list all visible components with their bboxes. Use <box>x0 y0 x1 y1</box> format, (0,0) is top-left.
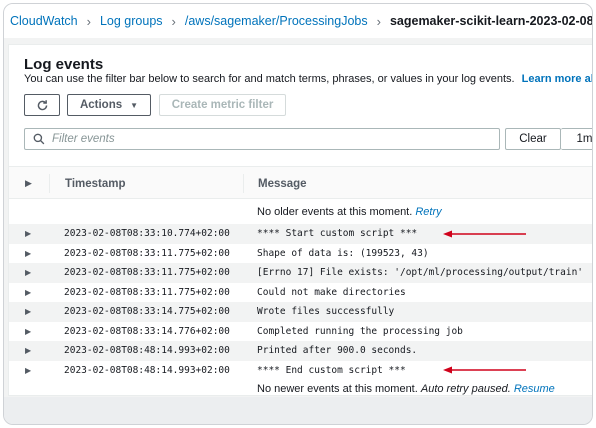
table-row[interactable]: ▶ 2023-02-08T08:33:11.775+02:00 Shape of… <box>9 244 592 264</box>
refresh-button[interactable] <box>24 94 60 116</box>
row-message: **** Start custom script *** <box>257 228 418 240</box>
retry-link[interactable]: Retry <box>415 206 441 218</box>
actions-button[interactable]: Actions ▼ <box>67 94 151 116</box>
row-message: Completed running the processing job <box>257 325 463 337</box>
expand-row-icon[interactable]: ▶ <box>25 366 31 375</box>
row-timestamp: 2023-02-08T08:48:14.993+02:00 <box>64 345 230 357</box>
column-header-timestamp[interactable]: Timestamp <box>49 174 243 193</box>
expand-row-icon[interactable]: ▶ <box>25 307 31 316</box>
breadcrumb: CloudWatch › Log groups › /aws/sagemaker… <box>4 4 593 38</box>
log-events-panel: Log events You can use the filter bar be… <box>8 44 592 396</box>
auto-retry-status: Auto retry paused. <box>420 383 511 395</box>
expand-row-icon[interactable]: ▶ <box>25 268 31 277</box>
expand-all-icon[interactable]: ▶ <box>25 167 45 200</box>
bottom-strip <box>4 397 592 424</box>
actions-label: Actions <box>79 99 123 111</box>
breadcrumb-log-group[interactable]: /aws/sagemaker/ProcessingJobs <box>185 14 368 28</box>
learn-more-link[interactable]: Learn more about fi <box>522 73 592 85</box>
row-timestamp: 2023-02-08T08:33:11.775+02:00 <box>64 247 230 259</box>
row-timestamp: 2023-02-08T08:33:11.775+02:00 <box>64 267 230 279</box>
column-header-message[interactable]: Message <box>243 174 307 193</box>
resume-link[interactable]: Resume <box>514 383 555 395</box>
top-status-row: No older events at this moment. Retry <box>257 206 442 218</box>
filter-events-search[interactable] <box>24 128 500 150</box>
expand-row-icon[interactable]: ▶ <box>25 327 31 336</box>
row-message: **** End custom script *** <box>257 364 406 376</box>
table-row[interactable]: ▶ 2023-02-08T08:48:14.993+02:00 Printed … <box>9 341 592 361</box>
chevron-right-icon: › <box>171 13 176 29</box>
annotation-arrow-icon <box>443 230 526 238</box>
row-message: Could not make directories <box>257 286 406 298</box>
table-row[interactable]: ▶ 2023-02-08T08:33:11.775+02:00 [Errno 1… <box>9 263 592 283</box>
expand-row-icon[interactable]: ▶ <box>25 288 31 297</box>
annotation-arrow-icon <box>443 366 526 374</box>
create-metric-filter-button[interactable]: Create metric filter <box>159 94 286 116</box>
panel-description: You can use the filter bar below to sear… <box>24 73 592 85</box>
expand-row-icon[interactable]: ▶ <box>25 229 31 238</box>
row-message: Wrote files successfully <box>257 306 395 318</box>
row-timestamp: 2023-02-08T08:33:10.774+02:00 <box>64 228 230 240</box>
breadcrumb-current: sagemaker-scikit-learn-2023-02-08-06-29-… <box>389 14 593 28</box>
row-timestamp: 2023-02-08T08:33:14.775+02:00 <box>64 306 230 318</box>
table-row[interactable]: ▶ 2023-02-08T08:33:14.776+02:00 Complete… <box>9 322 592 342</box>
table-row[interactable]: ▶ 2023-02-08T08:33:11.775+02:00 Could no… <box>9 283 592 303</box>
row-timestamp: 2023-02-08T08:33:11.775+02:00 <box>64 286 230 298</box>
refresh-icon <box>37 99 47 110</box>
row-timestamp: 2023-02-08T08:33:14.776+02:00 <box>64 325 230 337</box>
description-text: You can use the filter bar below to sear… <box>24 73 515 85</box>
clear-button[interactable]: Clear <box>505 128 561 150</box>
row-message: Printed after 900.0 seconds. <box>257 345 418 357</box>
expand-row-icon[interactable]: ▶ <box>25 249 31 258</box>
expand-row-icon[interactable]: ▶ <box>25 346 31 355</box>
top-status-text: No older events at this moment. <box>257 206 413 218</box>
row-timestamp: 2023-02-08T08:48:14.993+02:00 <box>64 364 230 376</box>
search-icon <box>33 133 45 145</box>
breadcrumb-cloudwatch[interactable]: CloudWatch <box>10 14 78 28</box>
filter-events-input[interactable] <box>52 133 499 145</box>
chevron-right-icon: › <box>376 13 381 29</box>
page-title: Log events <box>24 56 104 73</box>
bottom-status-text: No newer events at this moment. <box>257 383 418 395</box>
row-message: Shape of data is: (199523, 43) <box>257 247 429 259</box>
time-range-1m-button[interactable]: 1m <box>561 128 592 150</box>
chevron-right-icon: › <box>86 13 91 29</box>
bottom-status-row: No newer events at this moment. Auto ret… <box>257 383 555 395</box>
window-frame: CloudWatch › Log groups › /aws/sagemaker… <box>3 3 593 425</box>
breadcrumb-log-groups[interactable]: Log groups <box>100 14 163 28</box>
table-header: ▶ Timestamp Message <box>9 166 592 200</box>
table-row[interactable]: ▶ 2023-02-08T08:33:14.775+02:00 Wrote fi… <box>9 302 592 322</box>
caret-down-icon: ▼ <box>130 100 139 110</box>
row-message: [Errno 17] File exists: '/opt/ml/process… <box>257 267 584 279</box>
